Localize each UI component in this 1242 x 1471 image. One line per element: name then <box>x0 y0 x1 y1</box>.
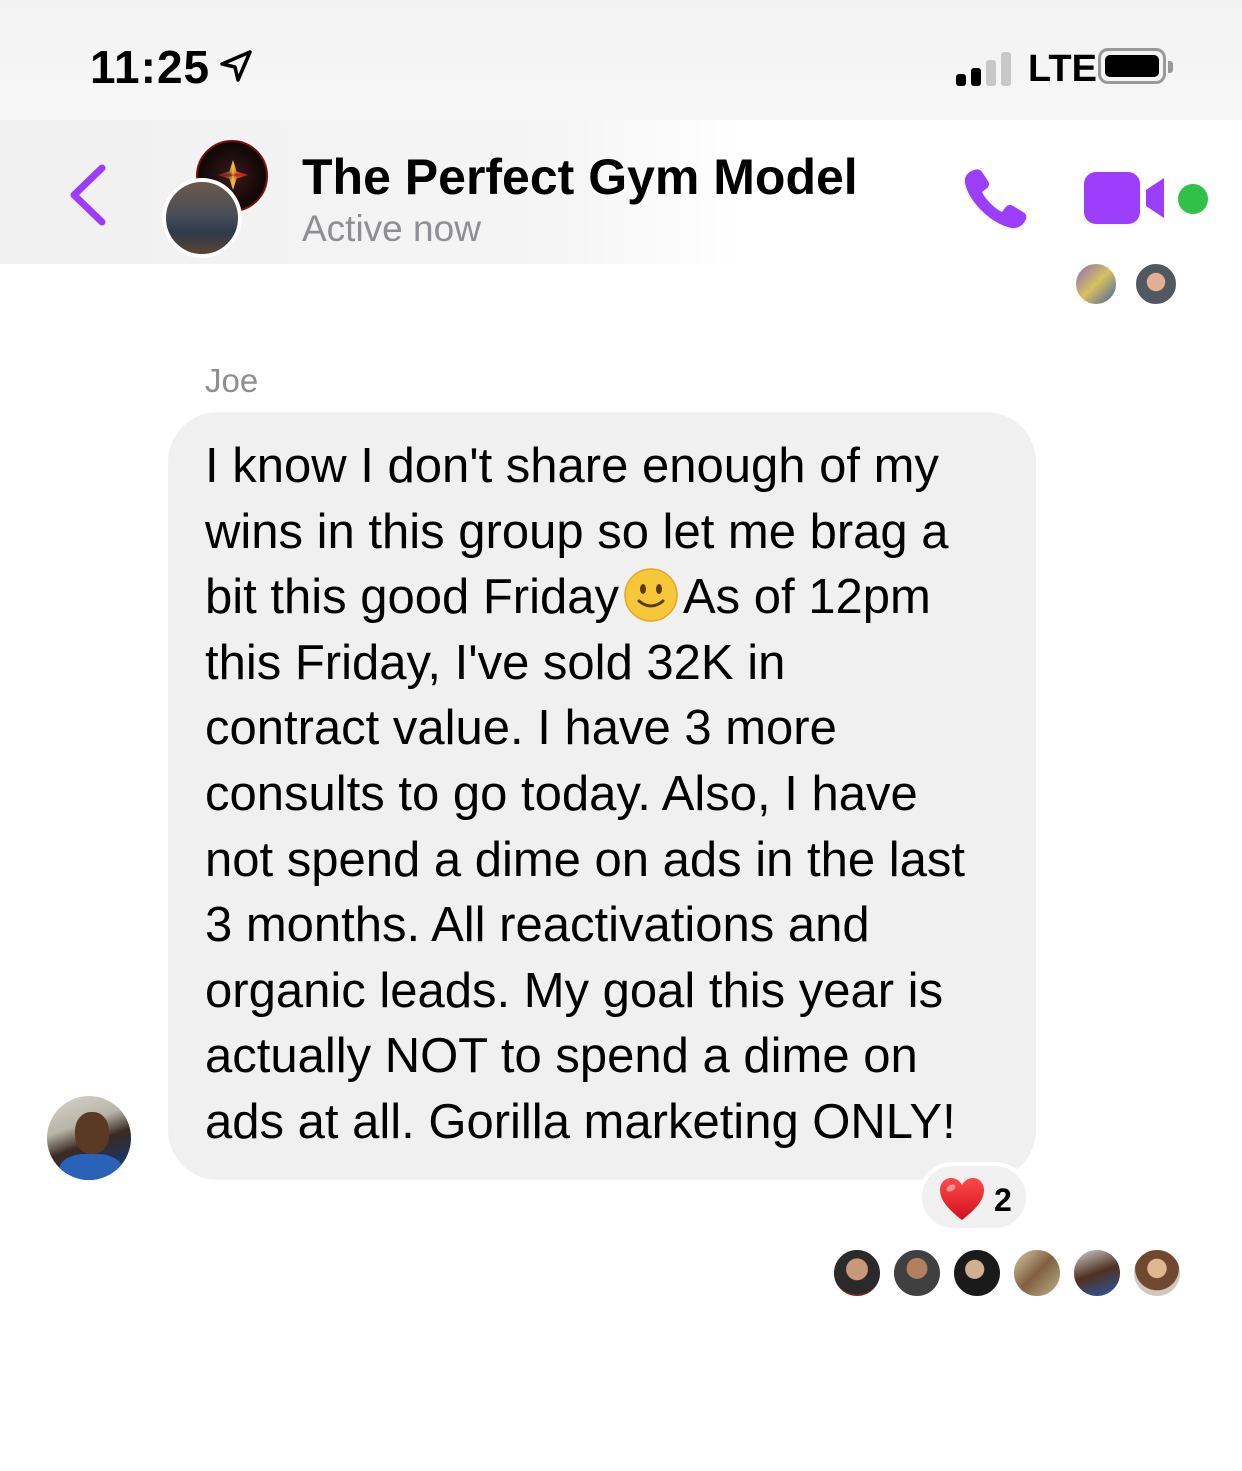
online-indicator <box>1178 184 1208 214</box>
reaction-count: 2 <box>994 1182 1012 1218</box>
conversation-header: The Perfect Gym Model Active now <box>0 120 1242 264</box>
message-line: ads at all. Gorilla marketing ONLY! <box>205 1094 956 1149</box>
reader-avatar <box>1012 1248 1062 1298</box>
message-line: 3 months. All reactivations and <box>205 898 870 953</box>
group-photo-avatar <box>162 178 242 258</box>
network-type: LTE <box>1028 48 1097 90</box>
battery-icon <box>1098 48 1173 84</box>
cellular-signal-icon <box>956 50 1014 86</box>
message-text: As of 12pm <box>683 570 931 625</box>
message-text: bit this good Friday <box>205 570 619 625</box>
location-arrow-icon <box>220 50 252 82</box>
reader-avatar <box>1072 1248 1122 1298</box>
message-bubble[interactable]: I know I don't share enough of my wins i… <box>168 412 1036 1180</box>
phone-icon[interactable] <box>960 166 1030 232</box>
message-line: contract value. I have 3 more <box>205 701 837 756</box>
reader-avatar <box>832 1248 882 1298</box>
video-camera-icon[interactable] <box>1084 172 1170 224</box>
status-time: 11:25 <box>90 41 211 93</box>
reaction-pill[interactable]: 2 <box>918 1162 1030 1232</box>
reader-avatar <box>1074 262 1118 306</box>
conversation-title[interactable]: The Perfect Gym Model <box>302 148 858 206</box>
status-bar: 11:25 LTE <box>0 0 1242 120</box>
chevron-left-icon[interactable] <box>62 160 112 230</box>
message-line: not spend a dime on ads in the last <box>205 832 966 887</box>
message-line: consults to go today. Also, I have <box>205 766 918 821</box>
sender-avatar[interactable] <box>47 1096 131 1180</box>
message-line: organic leads. My goal this year is <box>205 963 944 1018</box>
message-line: wins in this group so let me brag a <box>205 504 949 559</box>
group-avatar[interactable] <box>160 140 272 258</box>
reader-avatar <box>892 1248 942 1298</box>
message-line: I know I don't share enough of my <box>205 439 939 493</box>
slightly-smiling-face-icon <box>624 568 678 622</box>
reader-avatar <box>952 1248 1002 1298</box>
active-status: Active now <box>302 208 481 249</box>
reader-avatar <box>1134 262 1178 306</box>
sender-name: Joe <box>205 362 259 399</box>
reader-avatar <box>1132 1248 1182 1298</box>
read-receipts-bottom <box>832 1248 1184 1298</box>
heart-icon <box>940 1178 984 1220</box>
message-line-with-emoji: bit this good Friday As of 12pm <box>205 565 1016 631</box>
message-line: this Friday, I've sold 32K in <box>205 635 786 690</box>
message-line: actually NOT to spend a dime on <box>205 1029 918 1084</box>
